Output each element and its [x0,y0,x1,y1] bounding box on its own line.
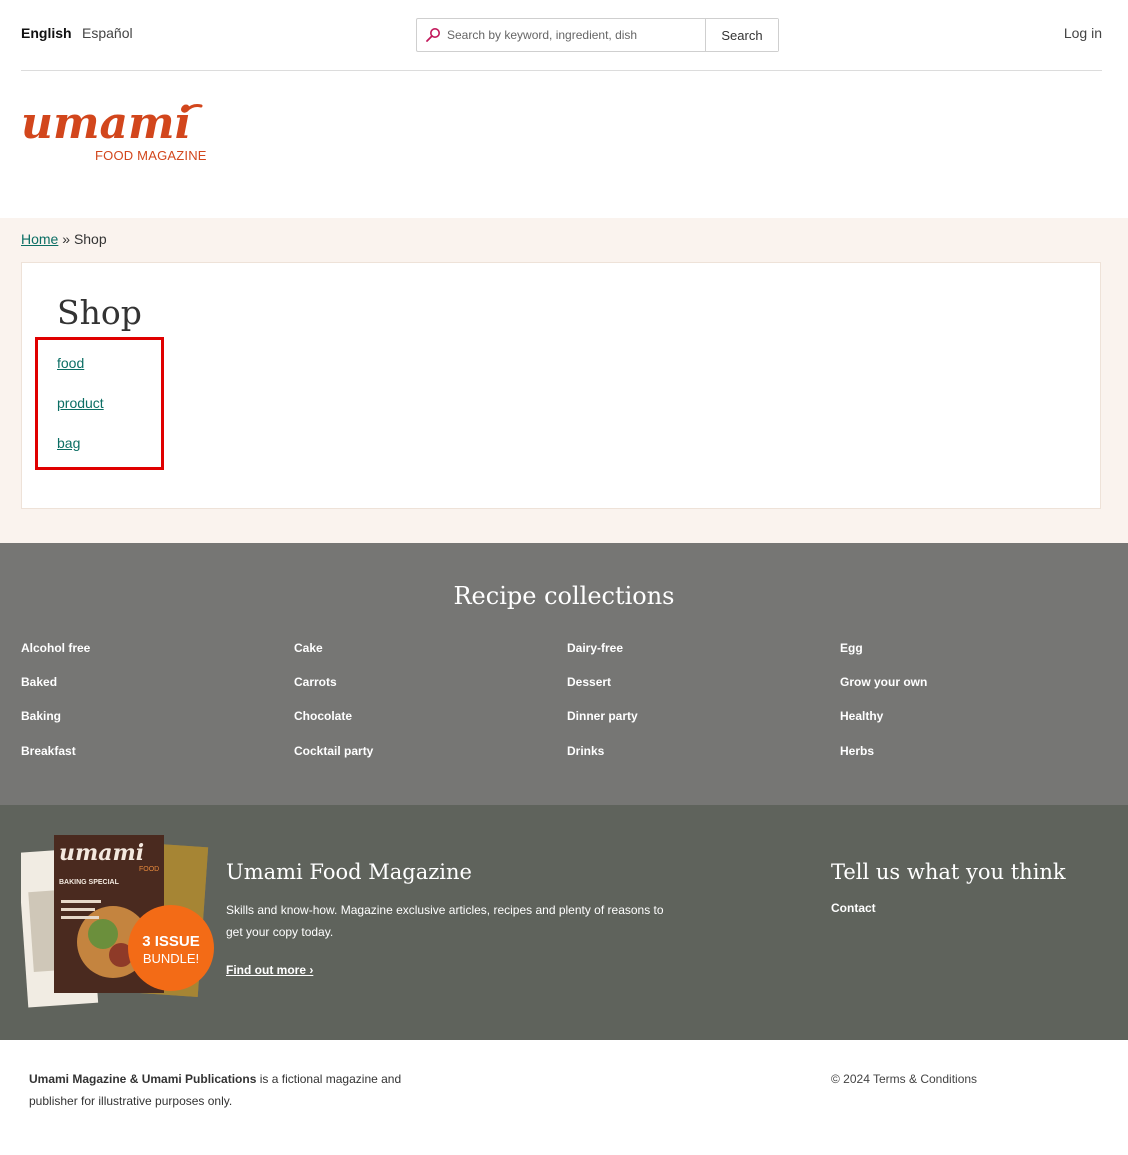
cover-sub: FOOD [139,866,159,873]
bundle-badge-line2: BUNDLE! [143,951,199,966]
contact-link[interactable]: Contact [831,901,876,915]
collection-link[interactable]: Herbs [840,744,874,758]
search-button[interactable]: Search [705,19,778,51]
promo-description: Skills and know-how. Magazine exclusive … [226,903,664,939]
login-link[interactable]: Log in [1064,25,1102,41]
logo-wordmark-text: umami [21,100,191,146]
magazine-bundle-image: umami FOOD BAKING SPECIAL 3 ISSUE BUNDLE… [21,835,214,1008]
collection-link[interactable]: Dairy-free [567,641,623,655]
top-bar: English Español Search Log in [21,0,1102,71]
shop-link-food[interactable]: food [57,355,84,371]
footer-disclaimer: Umami Magazine & Umami Publications is a… [29,1068,449,1112]
copyright-text: © 2024 [831,1072,870,1086]
collection-link[interactable]: Dessert [567,675,611,689]
collection-link[interactable]: Dinner party [567,709,638,723]
collection-link[interactable]: Carrots [294,675,337,689]
breadcrumb-home-link[interactable]: Home [21,231,58,247]
page-title: Shop [57,293,142,332]
search-form: Search [416,18,779,52]
highlighted-links-box: food product bag [35,337,164,470]
find-out-more-link[interactable]: Find out more › [226,963,313,977]
feedback-title: Tell us what you think [831,860,1066,884]
collection-link[interactable]: Drinks [567,744,604,758]
collection-link[interactable]: Baking [21,709,61,723]
collection-link[interactable]: Baked [21,675,57,689]
collection-link[interactable]: Egg [840,641,863,655]
collection-link[interactable]: Grow your own [840,675,927,689]
collection-link[interactable]: Cocktail party [294,744,373,758]
terms-link[interactable]: Terms & Conditions [873,1072,977,1086]
collection-link[interactable]: Breakfast [21,744,76,758]
recipe-collections-title: Recipe collections [453,582,675,610]
search-input[interactable] [447,19,705,51]
footer-brand: Umami Magazine & Umami Publications [29,1072,257,1086]
collection-link[interactable]: Cake [294,641,323,655]
language-english-link[interactable]: English [21,25,72,41]
recipe-collections-section: Recipe collections Alcohol free Baked Ba… [0,543,1128,805]
breadcrumb-separator: » [62,231,71,247]
breadcrumb: Home » Shop [21,231,107,247]
collection-link[interactable]: Alcohol free [21,641,90,655]
shop-link-product[interactable]: product [57,395,104,411]
cover-issue-label: BAKING SPECIAL [59,879,120,886]
content-panel: Shop food product bag [21,262,1101,509]
bundle-badge-line1: 3 ISSUE [142,933,200,950]
search-icon [425,27,441,43]
collection-link[interactable]: Healthy [840,709,883,723]
breadcrumb-current: Shop [73,231,107,247]
umami-wordmark-logo: umami [21,98,203,149]
site-logo[interactable]: umami FOOD MAGAZINE [21,98,211,166]
shop-link-bag[interactable]: bag [57,435,80,451]
cover-wordmark: umami [59,840,144,866]
collection-link[interactable]: Chocolate [294,709,352,723]
footer-copyright: © 2024 Terms & Conditions [831,1068,977,1090]
logo-tagline: FOOD MAGAZINE [95,148,207,163]
magazine-promo-section: umami FOOD BAKING SPECIAL 3 ISSUE BUNDLE… [0,805,1128,1040]
language-spanish-link[interactable]: Español [82,25,133,41]
promo-title: Umami Food Magazine [226,860,472,884]
